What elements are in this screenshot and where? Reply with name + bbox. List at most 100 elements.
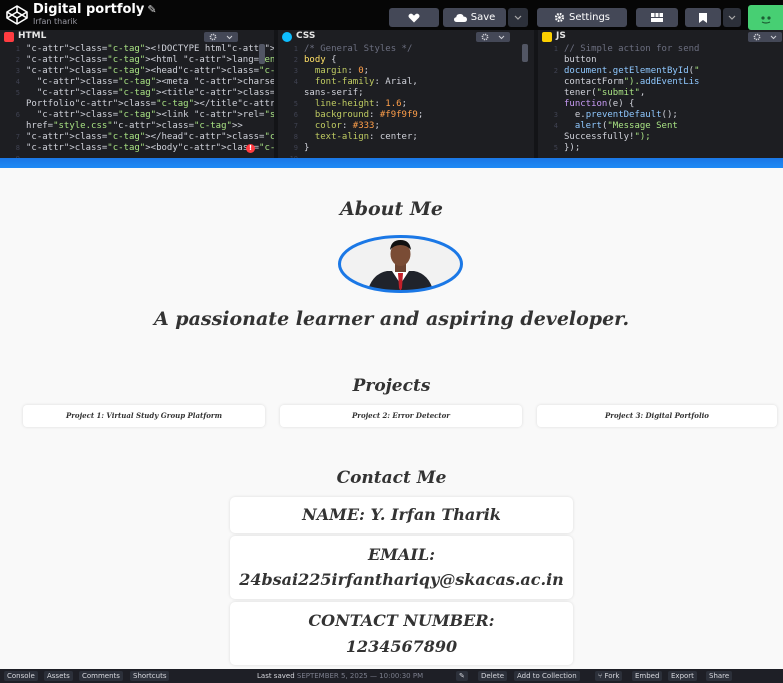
code-text: Portfolio"c-attr">class="c-tag"></title"… — [26, 99, 274, 109]
code-line[interactable]: 1 /* General Styles */ — [278, 44, 534, 55]
heart-icon — [408, 13, 420, 22]
code-line[interactable]: 4 "c-attr">class="c-tag"><meta "c-attr">… — [0, 77, 274, 88]
edit-icon[interactable]: ✎ — [456, 671, 468, 681]
top-bar: Digital portfoly ✎ Irfan tharik Save Sett… — [0, 0, 783, 30]
code-text: }); — [564, 143, 581, 153]
contact-email-label: EMAIL: — [368, 545, 435, 564]
line-number: 5 — [15, 89, 20, 97]
line-number: 5 — [553, 144, 558, 152]
assets-button[interactable]: Assets — [44, 671, 73, 681]
line-number — [538, 132, 564, 143]
html-badge-icon — [4, 32, 14, 42]
gear-icon — [481, 33, 489, 41]
code-line[interactable]: 2 document.getElementById(" — [538, 66, 783, 77]
code-line[interactable]: 4 font-family: Arial, — [278, 77, 534, 88]
line-number: 2 — [553, 67, 558, 75]
code-text: line-height: 1.6; — [314, 99, 407, 109]
js-code[interactable]: 1 // Simple action for send button 2 documen… — [538, 44, 783, 154]
about-heading: About Me — [339, 198, 444, 220]
code-line[interactable]: 1 "c-attr">class="c-tag"><!DOCTYPE html"c… — [0, 44, 274, 55]
code-line[interactable]: 3 margin: 0; — [278, 66, 534, 77]
code-line[interactable]: function(e) { — [538, 99, 783, 110]
contact-name-card: NAME: Y. Irfan Tharik — [230, 497, 573, 533]
cloud-icon — [453, 13, 467, 22]
comments-button[interactable]: Comments — [79, 671, 123, 681]
js-editor-settings-button[interactable] — [748, 32, 782, 42]
code-line[interactable]: Successfully!"); — [538, 132, 783, 143]
html-error-indicator[interactable]: ! — [246, 144, 255, 153]
line-number — [0, 99, 26, 110]
code-text: color: #333; — [314, 121, 380, 131]
result-preview: About Me A passionate learner and aspiri… — [0, 168, 783, 669]
line-number: 2 — [15, 56, 20, 64]
export-button[interactable]: Export — [668, 671, 697, 681]
code-line[interactable]: tener("submit", — [538, 88, 783, 99]
save-options-button[interactable] — [508, 8, 528, 27]
code-line[interactable]: 6 background: #f9f9f9; — [278, 110, 534, 121]
code-line[interactable]: 2 "c-attr">class="c-tag"><html "c-attr">l… — [0, 55, 274, 66]
settings-label: Settings — [568, 12, 610, 23]
pencil-icon[interactable]: ✎ — [147, 3, 156, 16]
project-title: Project 2: Error Detector — [352, 411, 450, 420]
css-editor-pane[interactable]: CSS 1/* General Styles */2 body {3 margin… — [278, 30, 534, 158]
fork-button[interactable]: ⑂ Fork — [595, 671, 623, 681]
html-code[interactable]: 1 "c-attr">class="c-tag"><!DOCTYPE html"c… — [0, 44, 274, 158]
save-label: Save — [470, 12, 496, 23]
project-title[interactable]: Digital portfoly ✎ — [33, 2, 157, 17]
code-line[interactable]: contactForm").addEventLis — [538, 77, 783, 88]
more-options-button[interactable] — [723, 8, 741, 27]
last-saved-status: Last saved SEPTEMBER 5, 2025 — 10:00:30 … — [254, 671, 426, 681]
line-number — [278, 88, 304, 99]
code-line[interactable]: 3 e.preventDefault(); — [538, 110, 783, 121]
code-line[interactable]: href="style.css""c-attr">class="c-tag">> — [0, 121, 274, 132]
css-editor-header: CSS — [278, 30, 534, 44]
code-line[interactable]: 3 "c-attr">class="c-tag"><head"c-attr">cl… — [0, 66, 274, 77]
code-line[interactable]: 4 alert("Message Sent — [538, 121, 783, 132]
html-editor-scrollbar[interactable] — [259, 44, 265, 64]
line-number — [0, 121, 26, 132]
embed-button[interactable]: Embed — [632, 671, 663, 681]
css-code[interactable]: 1/* General Styles */2 body {3 margin: 0;… — [278, 44, 534, 158]
shortcuts-button[interactable]: Shortcuts — [130, 671, 170, 681]
css-editor-settings-button[interactable] — [476, 32, 510, 42]
css-editor-scrollbar[interactable] — [522, 44, 528, 62]
line-number: 6 — [15, 111, 20, 119]
code-line[interactable]: 7 "c-attr">class="c-tag"></head"c-attr">c… — [0, 132, 274, 143]
code-line[interactable]: 5}); — [538, 143, 783, 154]
code-line[interactable]: 9} — [278, 143, 534, 154]
line-number: 7 — [15, 133, 20, 141]
code-line[interactable]: 8 text-align: center; — [278, 132, 534, 143]
preview-resize-handle[interactable] — [0, 158, 783, 168]
codepen-logo-icon[interactable] — [6, 5, 28, 25]
code-line[interactable]: button — [538, 55, 783, 66]
code-line[interactable]: 6 "c-attr">class="c-tag"><link "c-attr">… — [0, 110, 274, 121]
code-text: button — [564, 55, 597, 65]
tagline: A passionate learner and aspiring develo… — [153, 308, 630, 330]
add-to-collection-button[interactable]: Add to Collection — [514, 671, 580, 681]
bookmark-button[interactable] — [685, 8, 721, 27]
code-line[interactable]: 5 line-height: 1.6; — [278, 99, 534, 110]
code-line[interactable]: 8 "c-attr">class="c-tag"><body"c-attr">cl… — [0, 143, 274, 154]
console-button[interactable]: Console — [4, 671, 38, 681]
project-owner[interactable]: Irfan tharik — [33, 17, 77, 26]
code-line[interactable]: 1 // Simple action for send — [538, 44, 783, 55]
js-editor-pane[interactable]: JS 1 // Simple action for send button 2 docu… — [538, 30, 783, 158]
user-avatar[interactable] — [748, 5, 783, 30]
code-line[interactable]: sans-serif; — [278, 88, 534, 99]
save-button[interactable]: Save — [443, 8, 506, 27]
share-button[interactable]: Share — [706, 671, 733, 681]
code-line[interactable]: Portfolio"c-attr">class="c-tag"></title"… — [0, 99, 274, 110]
html-editor-pane[interactable]: HTML 1 "c-attr">class="c-tag"><!DOCTYPE h… — [0, 30, 274, 158]
line-number: 3 — [15, 67, 20, 75]
line-number: 1 — [553, 45, 558, 53]
code-text: // Simple action for send — [564, 44, 700, 54]
line-number — [538, 88, 564, 99]
code-line[interactable]: 7 color: #333; — [278, 121, 534, 132]
like-button[interactable] — [389, 8, 439, 27]
settings-button[interactable]: Settings — [537, 8, 627, 27]
html-editor-settings-button[interactable] — [204, 32, 238, 42]
change-view-button[interactable] — [636, 8, 678, 27]
code-line[interactable]: 2 body { — [278, 55, 534, 66]
code-line[interactable]: 5 "c-attr">class="c-tag"><title"c-attr">… — [0, 88, 274, 99]
delete-button[interactable]: Delete — [478, 671, 507, 681]
